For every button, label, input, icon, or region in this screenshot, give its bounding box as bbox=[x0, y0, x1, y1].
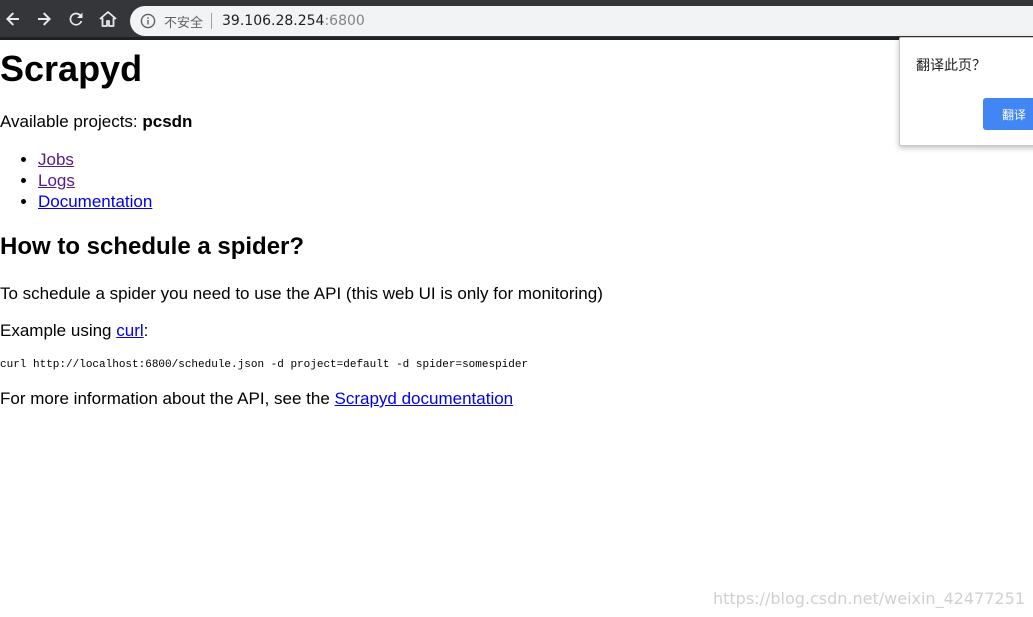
curl-link[interactable]: curl bbox=[116, 321, 143, 340]
security-label[interactable]: 不安全 bbox=[164, 12, 203, 31]
available-projects: Available projects: pcsdn bbox=[0, 112, 192, 132]
example-line: Example using curl: bbox=[0, 321, 148, 341]
back-arrow-icon[interactable] bbox=[2, 8, 24, 30]
schedule-description: To schedule a spider you need to use the… bbox=[0, 284, 603, 303]
list-item: Logs bbox=[38, 170, 152, 191]
jobs-link[interactable]: Jobs bbox=[38, 150, 74, 169]
page-content: Scrapyd Available projects: pcsdn Jobs L… bbox=[0, 40, 1033, 617]
home-icon[interactable] bbox=[97, 8, 119, 30]
scrapyd-documentation-link[interactable]: Scrapyd documentation bbox=[335, 389, 514, 408]
section-title: How to schedule a spider? bbox=[0, 233, 305, 260]
translate-button[interactable]: 翻译 bbox=[983, 98, 1033, 130]
browser-toolbar: 不安全 39.106.28.254:6800 bbox=[0, 0, 1033, 40]
translate-popup: 翻译此页？ 翻译 bbox=[899, 37, 1033, 146]
project-name: pcsdn bbox=[142, 112, 193, 131]
info-icon[interactable] bbox=[140, 13, 156, 29]
url-host: 39.106.28.254 bbox=[222, 13, 325, 29]
projects-prefix: Available projects: bbox=[0, 112, 143, 131]
list-item: Jobs bbox=[38, 149, 152, 170]
curl-command: curl http://localhost:6800/schedule.json… bbox=[0, 359, 529, 371]
more-info-line: For more information about the API, see … bbox=[0, 389, 513, 409]
forward-arrow-icon[interactable] bbox=[33, 8, 55, 30]
list-item: Documentation bbox=[38, 191, 152, 212]
nav-links-list: Jobs Logs Documentation bbox=[0, 149, 152, 212]
example-prefix: Example using bbox=[0, 321, 117, 340]
translate-question: 翻译此页？ bbox=[916, 58, 986, 74]
address-bar[interactable]: 不安全 39.106.28.254:6800 bbox=[130, 6, 1033, 36]
page-title: Scrapyd bbox=[0, 48, 143, 89]
address-separator bbox=[211, 13, 213, 29]
reload-icon[interactable] bbox=[65, 8, 87, 30]
logs-link[interactable]: Logs bbox=[38, 171, 75, 190]
watermark: https://blog.csdn.net/weixin_42477251 bbox=[712, 589, 1025, 608]
url-port: :6800 bbox=[324, 13, 365, 29]
more-prefix: For more information about the API, see … bbox=[0, 389, 335, 408]
example-suffix: : bbox=[143, 321, 149, 340]
documentation-link[interactable]: Documentation bbox=[38, 192, 152, 211]
